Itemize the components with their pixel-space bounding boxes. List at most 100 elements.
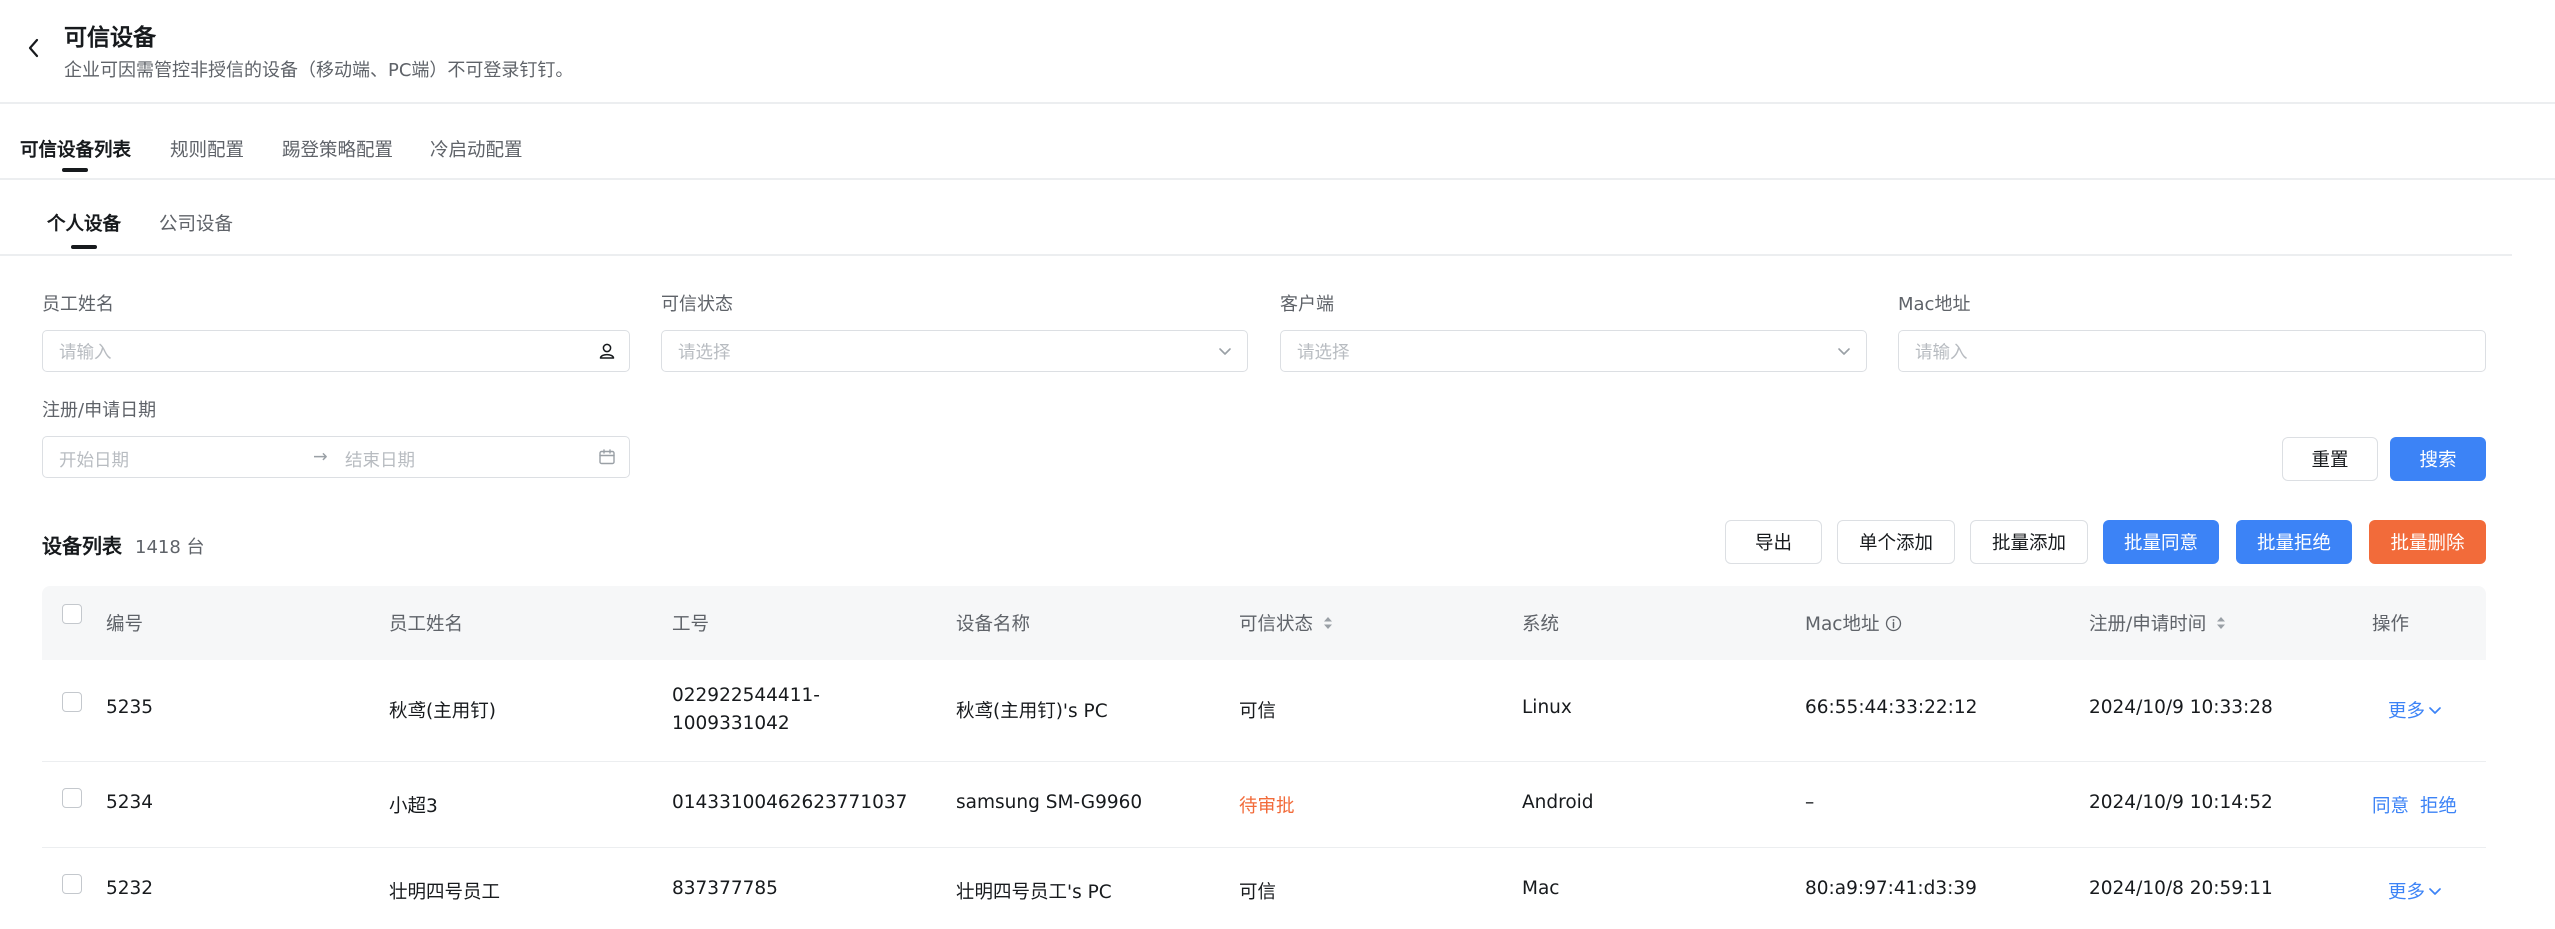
start-date-input[interactable]: 开始日期 [59,447,129,472]
active-subtab-indicator [71,245,97,249]
client-label: 客户端 [1280,294,1334,315]
col-employee-name: 员工姓名 [389,614,464,635]
page-subtitle: 企业可因需管控非授信的设备（移动端、PC端）不可登录钉钉。 [64,60,574,81]
export-button[interactable]: 导出 [1725,520,1822,564]
batch-approve-button[interactable]: 批量同意 [2103,520,2219,564]
tab-rule-config[interactable]: 规则配置 [170,136,244,162]
cell-trust-status: 待审批 [1239,796,1295,817]
back-button[interactable] [20,34,48,62]
sort-icon[interactable] [1323,615,1333,631]
table-header: 编号 员工姓名 工号 设备名称 可信状态 系统 Mac地址 注册/申请时间 操作 [42,586,2486,660]
chevron-down-icon [2429,707,2441,714]
mac-input[interactable]: 请输入 [1898,330,2486,372]
batch-delete-button[interactable]: 批量删除 [2369,520,2486,564]
cell-action: 更多 [2388,878,2442,904]
reset-button[interactable]: 重置 [2282,437,2378,481]
cell-job-no: 01433100462623771037 [672,792,908,813]
mac-placeholder: 请输入 [1915,342,1968,363]
col-trust-status[interactable]: 可信状态 [1239,610,1333,636]
chevron-down-icon [1215,341,1235,361]
calendar-icon [597,447,617,467]
cell-device-name: 壮明四号员工's PC [956,882,1112,903]
cell-action: 更多 [2388,697,2442,723]
device-list-title: 设备列表 [42,534,122,558]
sub-tabs: 个人设备 公司设备 [0,180,2512,256]
table-row: 5235 秋鸢(主用钉) 022922544411-1009331042 秋鸢(… [42,660,2486,762]
cell-mac: – [1805,792,1815,813]
cell-employee-name: 秋鸢(主用钉) [389,701,496,722]
search-button[interactable]: 搜索 [2390,437,2486,481]
cell-mac: 80:a9:97:41:d3:39 [1805,878,1977,899]
single-add-button[interactable]: 单个添加 [1837,520,1955,564]
cell-os: Mac [1522,878,1560,899]
tab-kick-policy-config[interactable]: 踢登策略配置 [282,136,393,162]
main-tabs: 可信设备列表 规则配置 踢登策略配置 冷启动配置 [0,104,2555,180]
row-checkbox[interactable] [62,692,82,712]
trust-status-select[interactable]: 请选择 [661,330,1248,372]
device-count: 1418 台 [135,537,205,558]
cell-id: 5235 [106,697,154,718]
cell-os: Linux [1522,697,1572,718]
employee-name-label: 员工姓名 [42,294,114,315]
mac-label: Mac地址 [1898,294,1971,315]
page-header: 可信设备 企业可因需管控非授信的设备（移动端、PC端）不可登录钉钉。 [0,0,2555,104]
date-range-picker[interactable]: 开始日期 → 结束日期 [42,436,630,478]
employee-name-placeholder: 请输入 [59,342,112,363]
chevron-down-icon [1834,341,1854,361]
col-action: 操作 [2372,614,2410,635]
reject-link[interactable]: 拒绝 [2420,792,2457,818]
cell-job-no: 837377785 [672,878,778,899]
cell-trust-status: 可信 [1239,701,1277,722]
cell-time: 2024/10/8 20:59:11 [2089,878,2273,899]
page-title: 可信设备 [64,25,156,51]
col-device-name: 设备名称 [956,614,1031,635]
cell-os: Android [1522,792,1594,813]
chevron-left-icon [28,38,39,58]
tab-company-devices[interactable]: 公司设备 [159,210,233,236]
end-date-input[interactable]: 结束日期 [345,447,415,472]
table-row: 5234 小超3 01433100462623771037 samsung SM… [42,762,2486,848]
cell-device-name: samsung SM-G9960 [956,792,1143,813]
col-time-label: 注册/申请时间 [2089,614,2207,635]
more-action-label: 更多 [2388,882,2426,903]
col-time[interactable]: 注册/申请时间 [2089,610,2226,636]
col-trust-status-label: 可信状态 [1239,614,1314,635]
cell-employee-name: 小超3 [389,796,438,817]
cell-device-name: 秋鸢(主用钉)'s PC [956,701,1108,722]
more-action-label: 更多 [2388,701,2426,722]
table-row: 5232 壮明四号员工 837377785 壮明四号员工's PC 可信 Mac… [42,848,2486,929]
col-os: 系统 [1522,614,1560,635]
cell-time: 2024/10/9 10:33:28 [2089,697,2273,718]
more-action-link[interactable]: 更多 [2388,697,2442,723]
cell-job-no: 022922544411-1009331042 [672,685,820,734]
cell-time: 2024/10/9 10:14:52 [2089,792,2273,813]
cell-id: 5234 [106,792,154,813]
client-placeholder: 请选择 [1297,342,1350,363]
tab-personal-devices[interactable]: 个人设备 [47,210,121,236]
cell-mac: 66:55:44:33:22:12 [1805,697,1978,718]
user-icon [597,341,617,361]
tab-cold-start-config[interactable]: 冷启动配置 [430,136,523,162]
trust-status-placeholder: 请选择 [678,342,731,363]
trust-status-label: 可信状态 [661,294,733,315]
approve-link[interactable]: 同意 [2372,792,2409,818]
employee-name-input[interactable]: 请输入 [42,330,630,372]
row-checkbox[interactable] [62,874,82,894]
client-select[interactable]: 请选择 [1280,330,1867,372]
col-job-no: 工号 [672,614,710,635]
col-id: 编号 [106,614,144,635]
more-action-link[interactable]: 更多 [2388,878,2442,904]
info-icon[interactable] [1885,615,1902,632]
sort-icon[interactable] [2216,615,2226,631]
chevron-down-icon [2429,888,2441,895]
batch-reject-button[interactable]: 批量拒绝 [2236,520,2352,564]
cell-trust-status: 可信 [1239,882,1277,903]
batch-add-button[interactable]: 批量添加 [1970,520,2088,564]
tab-trusted-device-list[interactable]: 可信设备列表 [20,136,131,162]
cell-employee-name: 壮明四号员工 [389,882,501,903]
select-all-checkbox[interactable] [62,604,82,624]
row-checkbox[interactable] [62,788,82,808]
col-mac-label: Mac地址 [1805,614,1880,635]
active-tab-indicator [62,168,88,172]
date-separator: → [313,447,328,467]
